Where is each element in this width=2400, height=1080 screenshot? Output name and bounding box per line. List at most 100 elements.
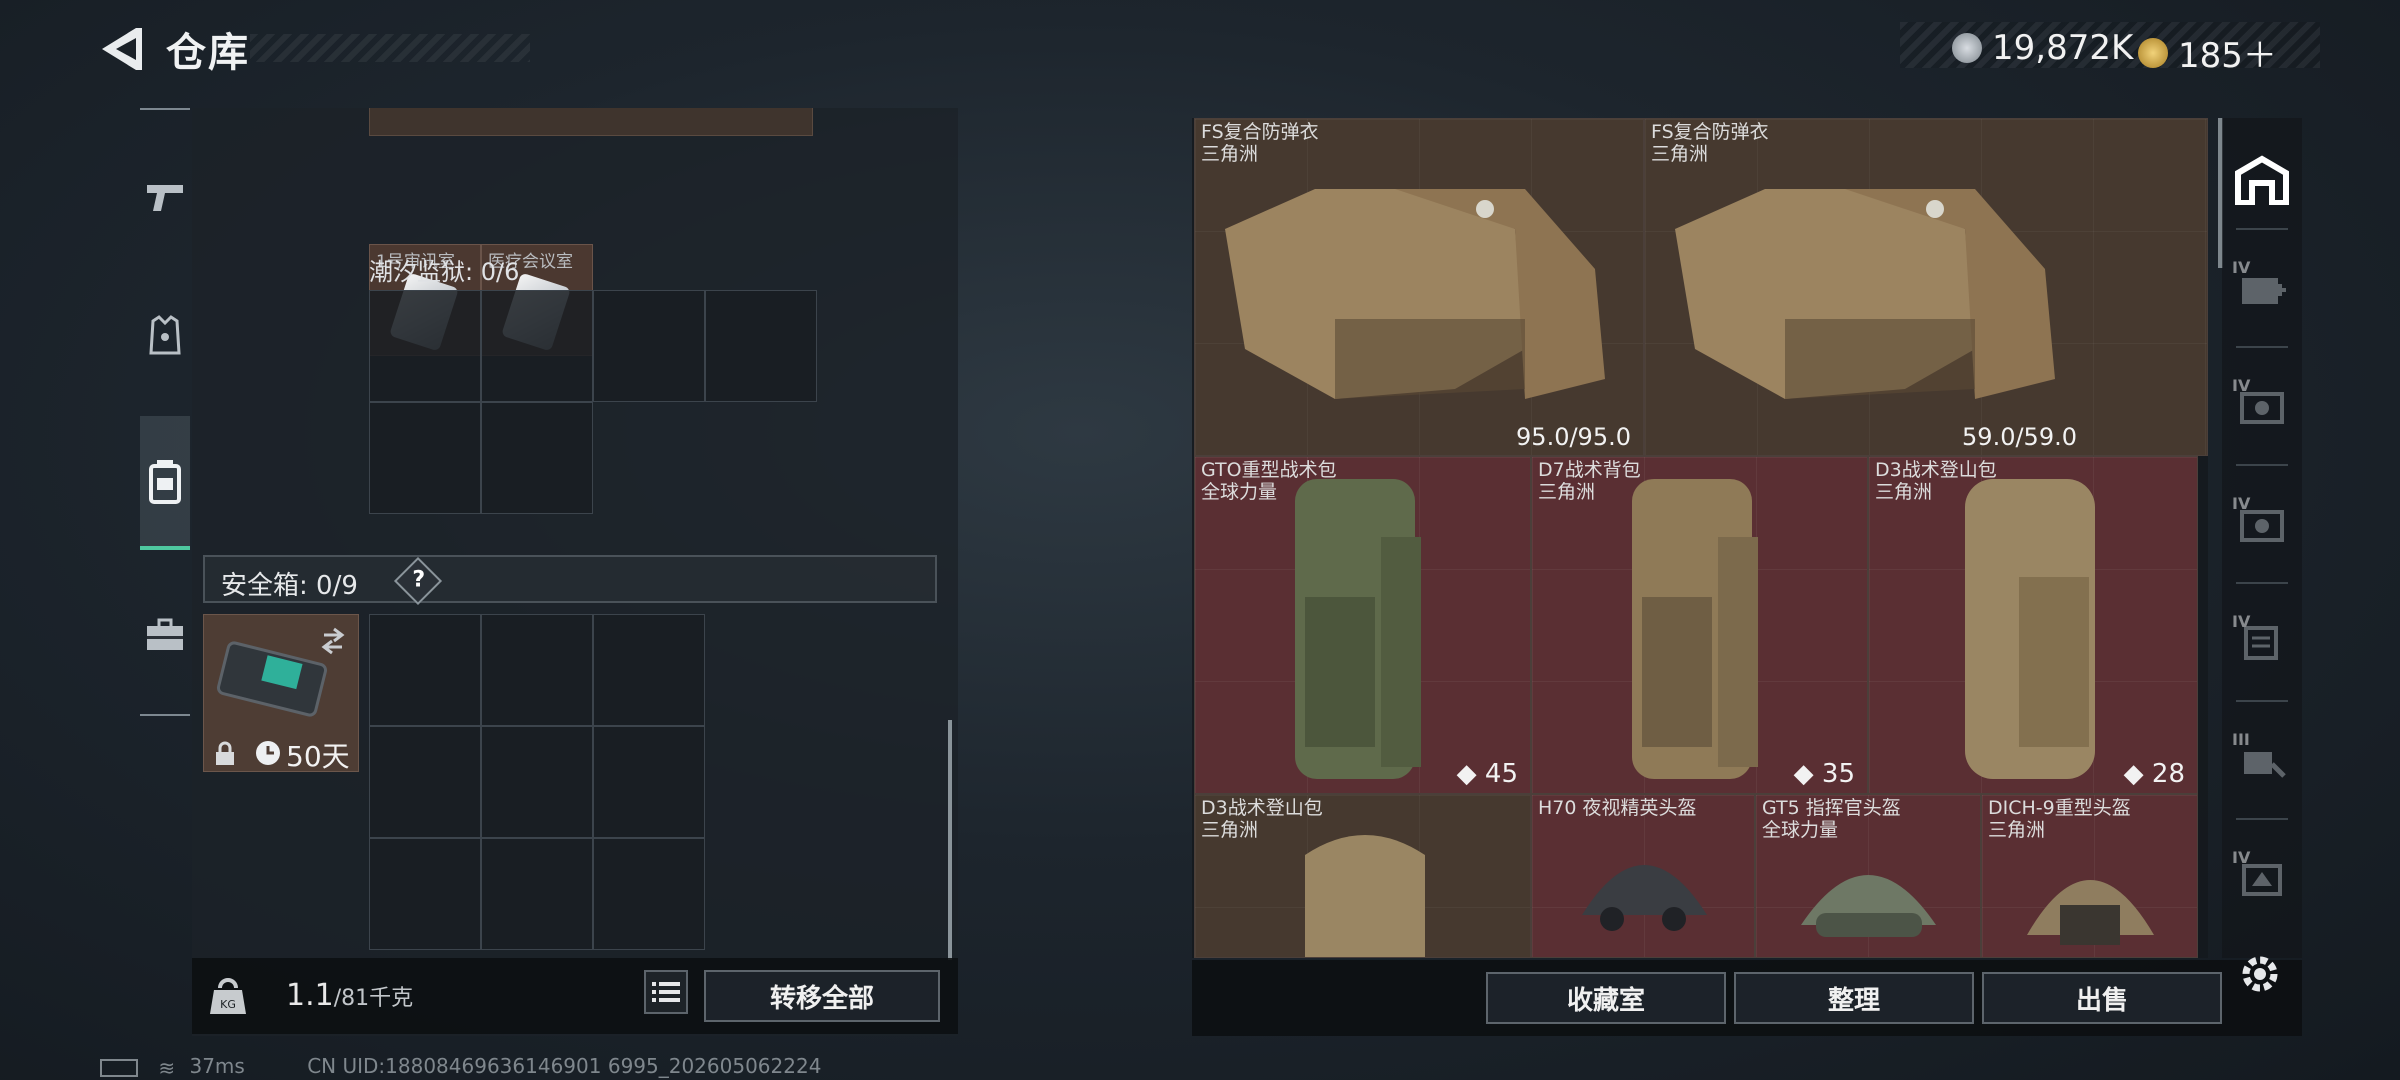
status-bar: ≋ 37ms CN UID:18808469636146901 6995_202…	[100, 1054, 821, 1080]
item-name: D3战术登山包 三角洲	[1875, 459, 1997, 503]
grid-slot[interactable]	[481, 402, 593, 514]
filter-category-button[interactable]: III	[2232, 730, 2292, 790]
tab-equipment[interactable]	[140, 290, 190, 380]
divider	[2236, 582, 2288, 584]
settings-button[interactable]	[2236, 950, 2284, 1002]
safe-slot[interactable]	[481, 726, 593, 838]
divider	[2236, 228, 2288, 230]
organize-button[interactable]: 整理	[1734, 972, 1974, 1024]
collection-room-button[interactable]: 收藏室	[1486, 972, 1726, 1024]
backpack-item[interactable]: D3战术登山包 三角洲 ◆ 28	[1868, 456, 2198, 794]
filter-medical-button[interactable]: IV	[2232, 258, 2292, 318]
filter-tier: IV	[2232, 612, 2251, 631]
item-name: H70 夜视精英头盔	[1538, 797, 1697, 819]
filter-tier: IV	[2232, 258, 2251, 277]
clock-icon	[256, 741, 280, 765]
silver-currency-value: 19,872K	[1992, 28, 2134, 68]
filter-all-button[interactable]	[2232, 150, 2292, 210]
item-row-partial	[369, 108, 813, 136]
safe-slot[interactable]	[369, 614, 481, 726]
tab-toolbox[interactable]	[140, 590, 190, 680]
back-button[interactable]	[96, 22, 144, 76]
durability-value: 59.0/59.0	[1962, 423, 2077, 451]
item-name: D7战术背包 三角洲	[1538, 459, 1641, 503]
weight-icon: KG	[210, 978, 246, 1014]
grid-slot[interactable]	[481, 290, 593, 402]
pistol-icon	[147, 185, 183, 211]
filter-tier: IV	[2232, 376, 2251, 395]
grid-slot[interactable]	[369, 290, 481, 402]
ping-value: 37ms	[189, 1054, 245, 1078]
helmet-item[interactable]: GT5 指挥官头盔 全球力量	[1755, 794, 1981, 958]
transfer-all-button[interactable]: 转移全部	[704, 970, 940, 1022]
armor-item[interactable]: FS复合防弹衣 三角洲 59.0/59.0	[1644, 118, 2208, 456]
divider	[2236, 346, 2288, 348]
filter-category-button[interactable]: IV	[2232, 612, 2292, 672]
battery-icon	[100, 1058, 138, 1077]
safe-slot[interactable]	[481, 838, 593, 950]
backpack-item[interactable]: D3战术登山包 三角洲	[1194, 794, 1531, 958]
tab-backpack[interactable]	[140, 416, 190, 550]
safe-slot[interactable]	[593, 726, 705, 838]
gear-icon	[2242, 956, 2278, 992]
grid-slot[interactable]	[593, 290, 705, 402]
safe-slot[interactable]	[593, 838, 705, 950]
filter-column: IV IV IV IV III IV	[2222, 118, 2302, 958]
safe-box-header: 安全箱: 0/9 ?	[203, 555, 937, 606]
safe-box-label: 安全箱: 0/9	[221, 571, 358, 601]
helmet-item[interactable]: H70 夜视精英头盔	[1531, 794, 1755, 958]
item-name: GT5 指挥官头盔 全球力量	[1762, 797, 1901, 841]
back-arrow-icon	[102, 28, 142, 70]
backpack-icon	[149, 460, 181, 504]
gold-coin-icon	[2138, 37, 2168, 68]
weight-value: 1.1	[286, 978, 334, 1013]
list-view-button[interactable]	[644, 970, 688, 1014]
backpack-icon	[1295, 479, 1421, 779]
filter-category-button[interactable]: IV	[2232, 376, 2292, 436]
briefcase-icon	[147, 618, 183, 650]
gold-currency-value[interactable]: 185＋	[2178, 36, 2277, 76]
backpack-icon	[1965, 479, 2095, 779]
divider	[2236, 700, 2288, 702]
grid-slot[interactable]	[705, 290, 817, 402]
tidal-prison-label: 潮汐监狱: 0/6	[369, 258, 520, 286]
safe-case-icon	[216, 627, 345, 717]
item-name: D3战术登山包 三角洲	[1201, 797, 1323, 841]
tab-weapons[interactable]	[140, 152, 190, 242]
uid-text: CN UID:18808469636146901 6995_2026050622…	[307, 1054, 822, 1078]
safe-slot[interactable]	[481, 614, 593, 726]
capacity-value: ◆ 28	[2123, 759, 2185, 789]
help-icon: ?	[412, 567, 426, 593]
filter-tier: III	[2232, 730, 2250, 749]
safe-slot[interactable]	[369, 726, 481, 838]
safe-slot[interactable]	[593, 614, 705, 726]
grid-slot[interactable]	[369, 402, 481, 514]
safe-box-item[interactable]: 50天	[203, 614, 359, 773]
help-button[interactable]: ?	[393, 556, 443, 606]
sell-button[interactable]: 出售	[1982, 972, 2222, 1024]
vest-icon	[1225, 189, 1605, 399]
backpack-item[interactable]: GTO重型战术包 全球力量 ◆ 45	[1194, 456, 1531, 794]
backpack-icon	[1632, 479, 1758, 779]
lock-icon	[216, 741, 234, 765]
filter-tier: IV	[2232, 848, 2251, 867]
capacity-value: ◆ 45	[1456, 759, 1518, 789]
safe-slot[interactable]	[369, 838, 481, 950]
armor-item[interactable]: FS复合防弹衣 三角洲 95.0/95.0	[1194, 118, 1644, 456]
weight-max: /81千克	[333, 986, 414, 1011]
filter-tier: IV	[2232, 494, 2251, 513]
list-icon	[652, 982, 680, 1002]
svg-text:KG: KG	[220, 998, 236, 1011]
backpack-item[interactable]: D7战术背包 三角洲 ◆ 35	[1531, 456, 1868, 794]
bottom-right-bar: 收藏室 整理 出售	[1192, 960, 2302, 1036]
helmet-item[interactable]: DICH-9重型头盔 三角洲	[1981, 794, 2198, 958]
bottom-left-bar: KG 1.1/81千克 转移全部	[192, 958, 958, 1034]
wifi-icon: ≋	[158, 1055, 176, 1080]
category-tabs	[140, 108, 190, 716]
durability-value: 95.0/95.0	[1516, 423, 1631, 451]
title-decoration	[250, 34, 530, 62]
filter-category-button[interactable]: IV	[2232, 494, 2292, 554]
left-scrollbar[interactable]	[948, 720, 952, 960]
filter-category-button[interactable]: IV	[2232, 848, 2292, 908]
helmet-icon	[1582, 865, 1707, 931]
